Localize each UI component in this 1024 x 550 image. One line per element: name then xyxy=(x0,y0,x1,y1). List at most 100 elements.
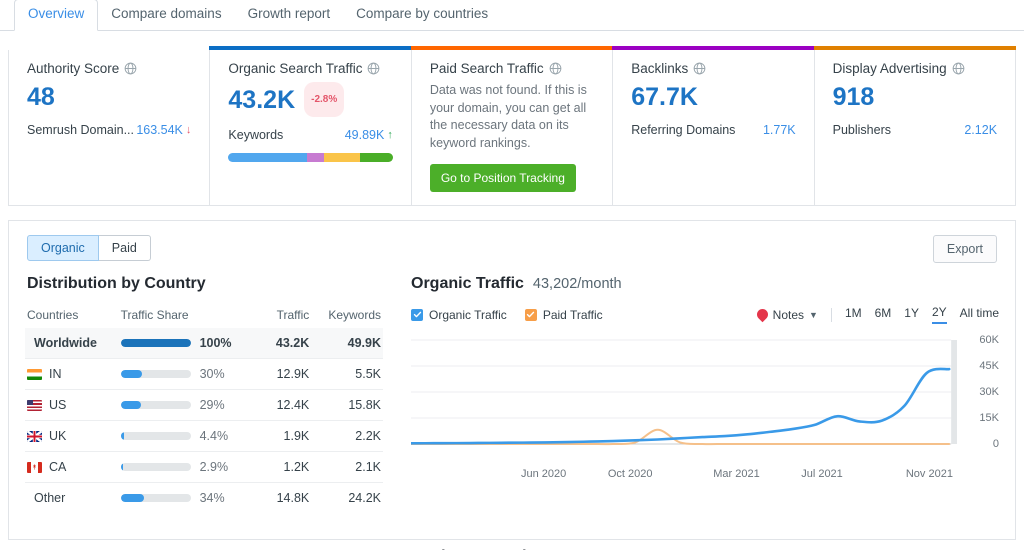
go-to-position-tracking-button[interactable]: Go to Position Tracking xyxy=(429,164,576,192)
tab-growth-report[interactable]: Growth report xyxy=(235,0,344,30)
traffic-share-bar xyxy=(120,370,191,378)
keyword-segment-3 xyxy=(359,153,393,162)
notes-dropdown[interactable]: Notes ▼ xyxy=(754,306,818,323)
flag-in-icon xyxy=(27,368,42,380)
traffic-share-bar xyxy=(120,339,191,347)
cell-keywords[interactable]: 2.2K xyxy=(311,420,383,452)
card-sub-value-text: 2.12K xyxy=(964,123,998,137)
checkbox-checked-icon xyxy=(524,308,537,321)
tab-compare-domains[interactable]: Compare domains xyxy=(98,0,234,30)
y-axis-tick-label: 45K xyxy=(979,360,999,372)
cell-traffic[interactable]: 12.4K xyxy=(264,389,312,421)
y-axis-tick-label: 60K xyxy=(979,334,999,346)
cell-traffic: 43.2K xyxy=(264,328,312,359)
chevron-down-icon: ▼ xyxy=(809,309,818,320)
range-6m[interactable]: 6M xyxy=(875,306,892,323)
traffic-line-chart xyxy=(411,334,957,452)
metric-cards-row: Authority Score 48 Semrush Domain... 163… xyxy=(8,46,1017,206)
range-all-time[interactable]: All time xyxy=(960,306,999,323)
y-axis-tick-label: 15K xyxy=(979,412,999,424)
card-organic-search-traffic[interactable]: Organic Search Traffic 43.2K -2.8% Keywo… xyxy=(209,46,412,205)
range-1m[interactable]: 1M xyxy=(845,306,862,323)
card-value: 43.2K -2.8% xyxy=(228,82,392,117)
traffic-share-percent: 2.9% xyxy=(199,460,229,474)
legend-organic-traffic-label: Organic Traffic xyxy=(429,307,507,322)
card-sub-value[interactable]: 49.89K ↑ xyxy=(345,128,393,142)
chart-x-axis: Jun 2020 Oct 2020 Mar 2021 Jul 2021 Nov 2021 xyxy=(411,464,959,484)
table-row[interactable]: CA 2.9% 1.2K 2.1K xyxy=(25,451,383,483)
card-sub-value[interactable]: 2.12K xyxy=(964,123,997,137)
table-row[interactable]: IN 30% 12.9K 5.5K xyxy=(25,358,383,390)
tab-compare-by-countries[interactable]: Compare by countries xyxy=(343,0,501,30)
note-pin-icon xyxy=(754,306,770,323)
card-sub-value[interactable]: 163.54K ↓ xyxy=(136,123,191,137)
cell-keywords[interactable]: 2.1K xyxy=(311,451,383,483)
cell-traffic-share: 29% xyxy=(118,389,265,421)
card-accent-bar xyxy=(8,46,211,50)
table-row[interactable]: Other 34% 14.8K 24.2K xyxy=(25,482,383,513)
table-row[interactable]: US 29% 12.4K 15.8K xyxy=(25,389,383,421)
chart-plot-area[interactable]: 0 15K 30K 45K 60K xyxy=(411,334,999,464)
cell-traffic-share: 30% xyxy=(118,358,265,390)
card-sub-value[interactable]: 1.77K xyxy=(763,123,796,137)
card-paid-search-traffic[interactable]: Paid Search Traffic Data was not found. … xyxy=(410,46,614,205)
table-row[interactable]: Worldwide 100% 43.2K 49.9K xyxy=(25,328,383,359)
legend-paid-traffic[interactable]: Paid Traffic xyxy=(524,308,603,322)
flag-uk-icon xyxy=(27,430,42,442)
card-backlinks[interactable]: Backlinks 67.7K Referring Domains 1.77K xyxy=(612,46,815,205)
card-value-text: 43.2K xyxy=(228,85,296,114)
card-title-label: Organic Search Traffic xyxy=(228,61,363,76)
distribution-title: Distribution by Country xyxy=(27,275,206,292)
cell-country: UK xyxy=(25,420,119,452)
top-tab-bar: Overview Compare domains Growth report C… xyxy=(0,0,1024,31)
chart-value: 43,202/month xyxy=(532,276,622,292)
card-sub-label: Keywords xyxy=(228,128,284,142)
chart-series-organic xyxy=(411,369,949,443)
traffic-share-percent: 29% xyxy=(199,398,225,412)
x-axis-tick-label: Jun 2020 xyxy=(520,468,567,480)
cell-traffic[interactable]: 1.2K xyxy=(264,451,312,483)
toggle-organic[interactable]: Organic xyxy=(27,235,99,261)
tab-overview[interactable]: Overview xyxy=(14,0,99,31)
card-accent-bar xyxy=(612,46,815,50)
cell-keywords[interactable]: 5.5K xyxy=(311,358,383,390)
table-row[interactable]: UK 4.4% 1.9K 2.2K xyxy=(25,420,383,452)
cell-country: IN xyxy=(25,358,119,390)
chart-title: Organic Traffic xyxy=(411,275,524,292)
card-display-advertising[interactable]: Display Advertising 918 Publishers 2.12K xyxy=(813,46,1017,205)
range-2y[interactable]: 2Y xyxy=(931,305,947,324)
cell-traffic-share: 100% xyxy=(118,328,265,359)
cell-keywords[interactable]: 15.8K xyxy=(311,389,383,421)
x-axis-tick-label: Mar 2021 xyxy=(713,468,760,480)
flag-us-icon xyxy=(27,399,42,411)
column-header-keywords[interactable]: Keywords xyxy=(311,303,383,328)
card-title: Paid Search Traffic xyxy=(430,61,594,76)
card-sub-label: Publishers xyxy=(832,123,891,137)
legend-organic-traffic[interactable]: Organic Traffic xyxy=(411,308,507,322)
column-header-traffic-share[interactable]: Traffic Share xyxy=(119,303,264,328)
keyword-segment-2 xyxy=(323,153,360,162)
chart-y-axis: 0 15K 30K 45K 60K xyxy=(965,334,999,452)
country-name: Worldwide xyxy=(34,336,97,350)
cell-traffic[interactable]: 1.9K xyxy=(264,420,312,452)
card-authority-score[interactable]: Authority Score 48 Semrush Domain... 163… xyxy=(8,46,211,205)
card-title: Organic Search Traffic xyxy=(228,61,392,76)
column-header-traffic[interactable]: Traffic xyxy=(264,303,311,328)
x-axis-tick-label: Oct 2020 xyxy=(607,468,653,480)
card-value: 48 xyxy=(27,82,191,112)
cell-keywords[interactable]: 24.2K xyxy=(311,482,383,513)
toggle-paid[interactable]: Paid xyxy=(98,235,151,261)
card-accent-bar xyxy=(209,46,412,50)
country-name: UK xyxy=(49,429,67,443)
arrow-up-icon: ↑ xyxy=(387,129,393,141)
cell-traffic[interactable]: 12.9K xyxy=(264,358,312,390)
table-header-row: Countries Traffic Share Traffic Keywords xyxy=(25,303,383,328)
card-value-text: 48 xyxy=(27,83,55,111)
chart-scroll-handle[interactable] xyxy=(951,340,957,444)
column-header-countries[interactable]: Countries xyxy=(25,303,119,328)
card-title-label: Authority Score xyxy=(27,61,120,76)
traffic-share-bar xyxy=(120,401,191,409)
range-1y[interactable]: 1Y xyxy=(904,306,919,323)
cell-traffic[interactable]: 14.8K xyxy=(264,482,312,513)
card-sub-value-text: 163.54K xyxy=(136,123,183,137)
